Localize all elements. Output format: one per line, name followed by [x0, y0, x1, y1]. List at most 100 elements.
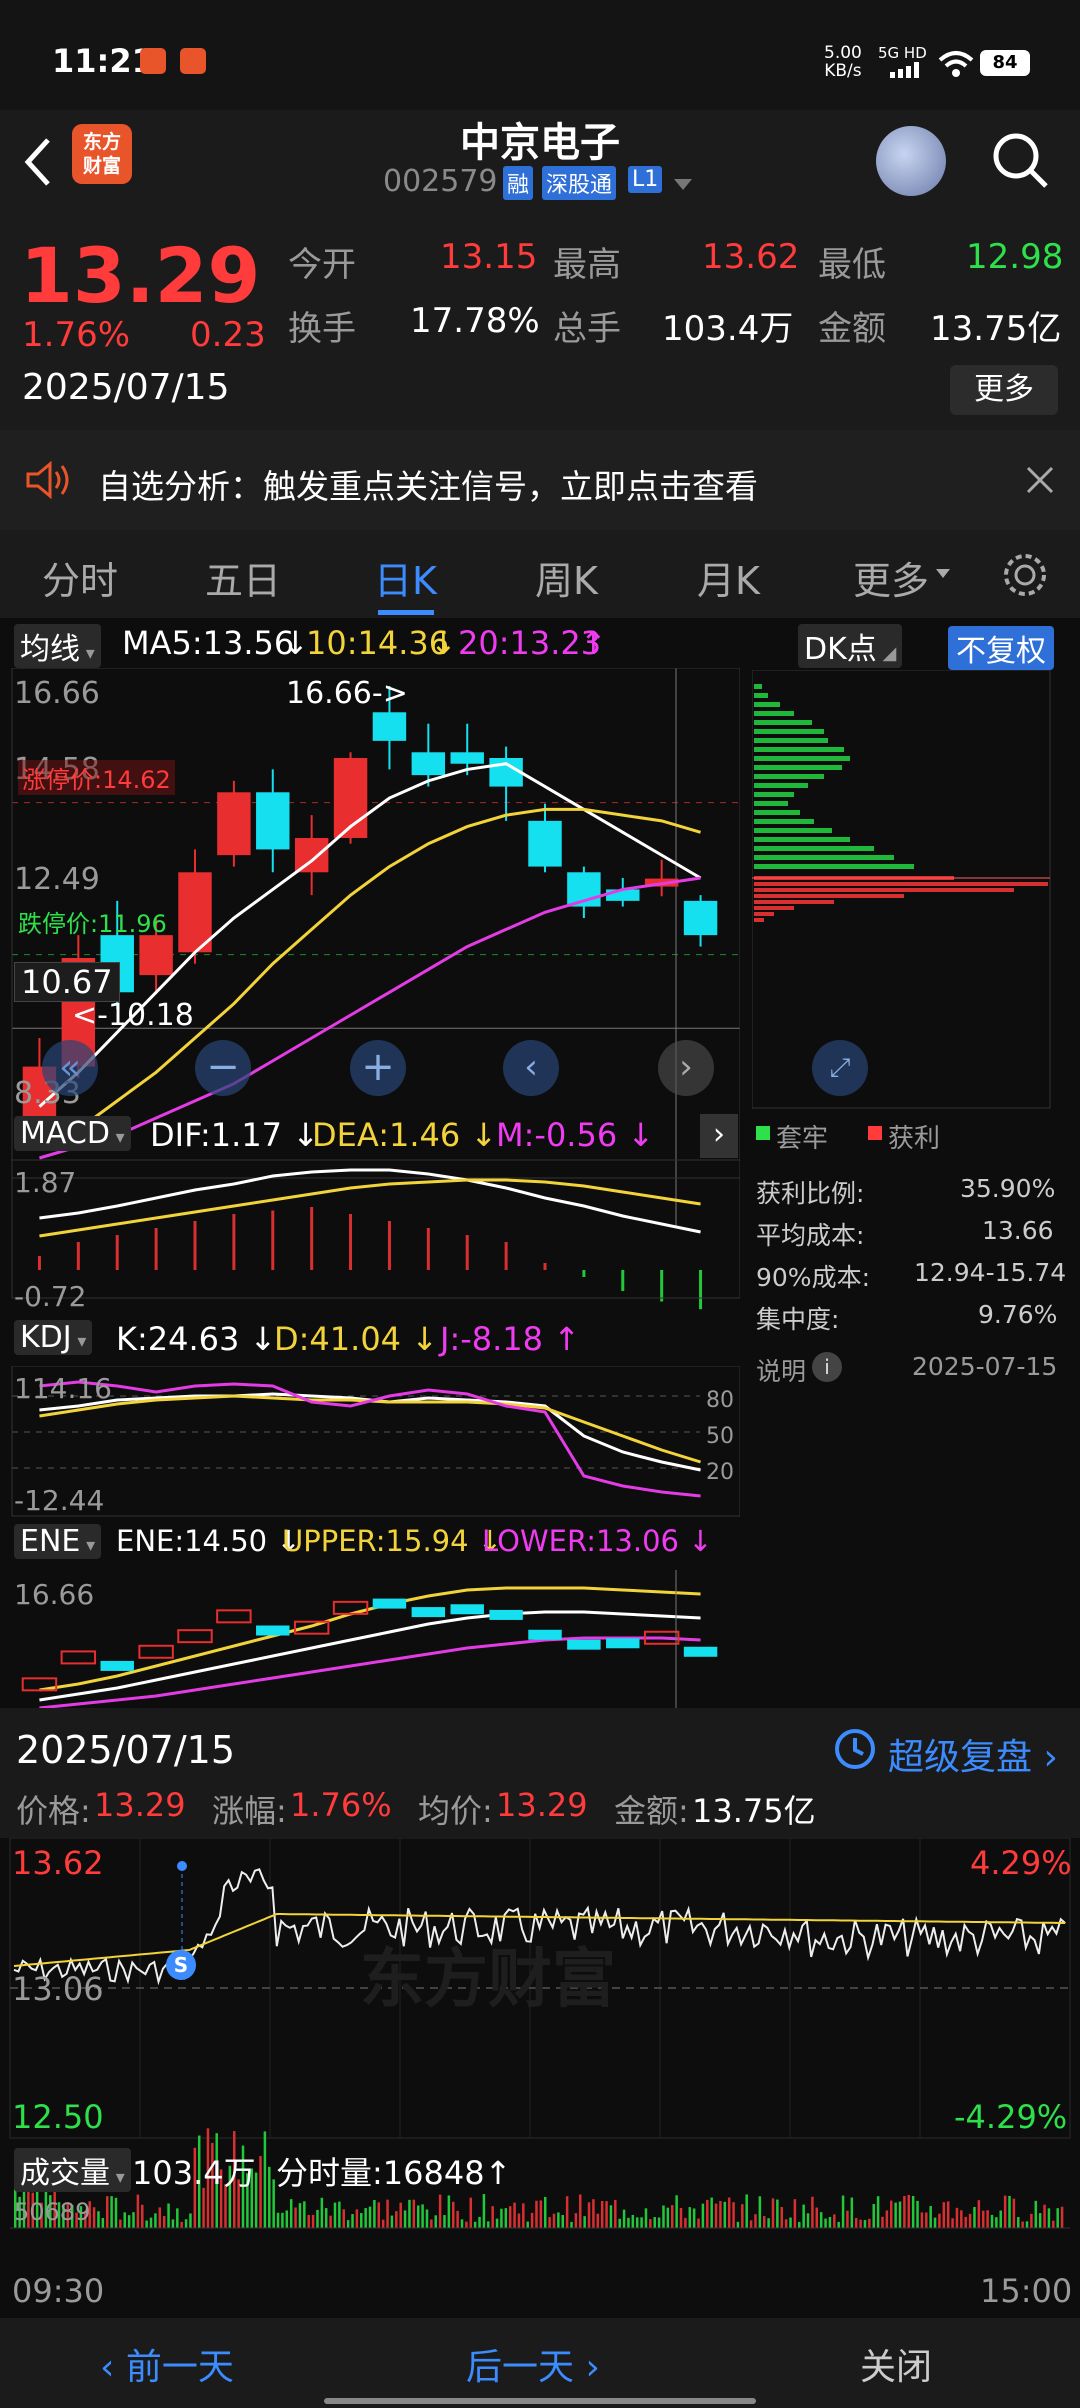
volume-bar [333, 2202, 337, 2228]
close-icon[interactable] [1024, 464, 1056, 500]
volume-bar [495, 2218, 499, 2228]
volume-bar [425, 2209, 429, 2228]
d-line [39, 1394, 701, 1464]
turnover-value: 17.78% [410, 301, 540, 341]
scroll-left-button[interactable]: « [42, 1040, 98, 1096]
volume-select[interactable]: 成交量 ▾ [14, 2148, 131, 2192]
kdj-20: 20 [706, 1460, 734, 1485]
next-candle-button[interactable]: › [658, 1040, 714, 1096]
volume-bar [123, 2212, 126, 2228]
app-notify-icon [140, 48, 166, 74]
volume-bar [789, 2217, 792, 2228]
sell-signal-marker[interactable]: S [166, 1950, 196, 1980]
tab-more-arrow-icon [936, 564, 950, 583]
tab-monthly-k[interactable]: 月K [697, 550, 760, 605]
zoom-in-button[interactable]: + [350, 1040, 406, 1096]
next-day-button[interactable]: 后一天 › [466, 2338, 600, 2390]
banner-text: 自选分析：触发重点关注信号，立即点击查看 [98, 467, 758, 506]
volume-bar [824, 2218, 827, 2228]
chip-bar-profit [754, 918, 764, 922]
volume-bar [294, 2207, 297, 2228]
volume-bar [469, 2197, 473, 2228]
volume-bar [473, 2221, 477, 2228]
stock-code: 002579 [383, 164, 498, 199]
high-marker: 16.66-> [286, 676, 408, 711]
home-indicator [324, 2398, 756, 2404]
more-button[interactable]: 更多 [950, 365, 1058, 415]
zoom-out-button[interactable]: − [195, 1040, 251, 1096]
ene-select[interactable]: ENE ▾ [14, 1524, 102, 1559]
stock-header: 东方 财富 中京电子 002579 融 深股通 L1 [0, 110, 1080, 215]
chip-bar-trap [754, 747, 844, 752]
chip-bar-trap [754, 711, 794, 716]
volume-bar [815, 2207, 819, 2228]
volume-bar [574, 2213, 578, 2228]
chip-bar-trap [754, 774, 824, 779]
settings-icon[interactable] [1000, 550, 1050, 604]
profit-legend: 获利 [888, 1124, 941, 1154]
watermark: 东方财富 [360, 1943, 616, 2017]
network-type: 5G HD [878, 44, 927, 62]
expand-panel-button[interactable]: › [700, 1114, 738, 1158]
volume-bar [846, 2210, 849, 2228]
amount-value: 13.75亿 [930, 309, 1062, 349]
volume-bar [649, 2219, 652, 2228]
no-adjust-toggle[interactable]: 不复权 [948, 626, 1054, 670]
tab-intraday[interactable]: 分时 [42, 550, 118, 605]
chip-bar-trap [754, 810, 800, 815]
signal-banner[interactable]: 自选分析：触发重点关注信号，立即点击查看 [0, 430, 1080, 530]
volume-bar [771, 2198, 775, 2228]
note-label[interactable]: 说明 [756, 1352, 806, 1388]
candle-body [411, 752, 446, 776]
volume-bar [710, 2197, 713, 2228]
chip-bar-profit [754, 882, 1048, 886]
lower-legend: LOWER:13.06 ↓ [482, 1524, 713, 1558]
chip-bar-trap [754, 756, 850, 761]
dea-legend: DEA:1.46 ↓ [312, 1116, 498, 1154]
volume-bar [1043, 2204, 1046, 2228]
intraday-chart[interactable] [0, 1838, 1080, 2318]
volume-bar [600, 2200, 604, 2228]
ma-select[interactable]: 均线 ▾ [14, 624, 101, 668]
volume-bar [105, 2196, 109, 2228]
signal-icon [890, 62, 926, 78]
close-button[interactable]: 关闭 [860, 2338, 932, 2390]
replay-icon[interactable] [832, 1726, 878, 1772]
tab-weekly-k[interactable]: 周K [535, 550, 598, 605]
tab-five-day[interactable]: 五日 [205, 550, 281, 605]
macd-select[interactable]: MACD ▾ [14, 1116, 131, 1151]
kdj-y-bottom: -12.44 [14, 1484, 105, 1517]
ene-candle [138, 1644, 174, 1659]
volume-bar [557, 2212, 560, 2228]
volume-bar [946, 2201, 950, 2228]
volume-bar [416, 2205, 420, 2228]
chip-bar-trap [754, 864, 914, 869]
info-icon[interactable]: i [812, 1352, 842, 1382]
volume-bar [390, 2215, 394, 2228]
intraday-pct-top: 4.29% [970, 1844, 1072, 1882]
ene-candle [60, 1650, 97, 1665]
volume-bar [762, 2216, 766, 2228]
robot-assistant-icon[interactable] [876, 126, 946, 196]
volume-bar [259, 2156, 262, 2228]
prev-candle-button[interactable]: ‹ [503, 1040, 559, 1096]
super-replay-link[interactable]: 超级复盘 › [888, 1728, 1058, 1780]
volume-bar [561, 2215, 564, 2228]
dk-point-select[interactable]: DK点 ◢ [798, 624, 903, 668]
macd-y-bottom: -0.72 [14, 1280, 87, 1313]
volume-bar [964, 2216, 967, 2228]
k-legend: K:24.63 ↓ [116, 1320, 277, 1358]
kdj-80: 80 [706, 1388, 734, 1413]
volume-bar [1030, 2213, 1033, 2228]
turnover-label: 换手 [288, 309, 356, 349]
search-icon[interactable] [988, 128, 1052, 196]
kdj-select[interactable]: KDJ ▾ [14, 1320, 93, 1355]
prev-day-button[interactable]: ‹ 前一天 [100, 2338, 234, 2390]
dropdown-arrow-icon[interactable] [674, 176, 692, 195]
tab-more[interactable]: 更多 [853, 550, 929, 605]
volume-bar [811, 2196, 814, 2228]
volume-bar [916, 2200, 919, 2228]
intraday-pct-bottom: -4.29% [954, 2098, 1068, 2136]
candle-body [139, 935, 173, 976]
tab-daily-k[interactable]: 日K [374, 550, 437, 605]
